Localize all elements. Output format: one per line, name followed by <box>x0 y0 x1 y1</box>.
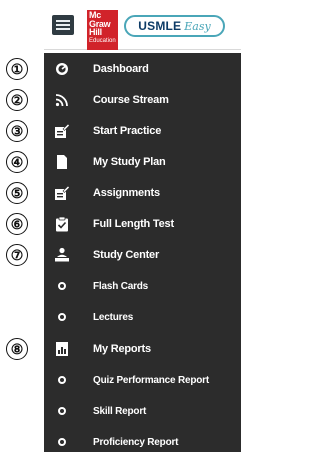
sidebar-item-skill-report[interactable]: Skill Report <box>44 396 241 426</box>
circle-bullet-icon <box>54 434 70 450</box>
sidebar-item-assignments[interactable]: Assignments <box>44 178 241 208</box>
sidebar-item-study-center[interactable]: Study Center <box>44 240 241 270</box>
hamburger-menu-icon[interactable] <box>52 15 74 35</box>
product-suffix: Easy <box>184 19 211 33</box>
sidebar-item-my-reports[interactable]: My Reports <box>44 334 241 364</box>
sidebar-item-start-practice[interactable]: Start Practice <box>44 116 241 146</box>
step-marker-6: ⑥ <box>6 213 28 235</box>
sidebar-item-proficiency-report[interactable]: Proficiency Report <box>44 427 241 452</box>
sidebar-item-label: My Study Plan <box>93 156 166 168</box>
app-header: Mc Graw Hill Education USMLE Easy <box>44 0 241 50</box>
logo-line-3: Hill <box>89 27 102 37</box>
sidebar-item-label: Dashboard <box>93 63 149 75</box>
sidebar-item-flash-cards[interactable]: Flash Cards <box>44 271 241 301</box>
circle-bullet-icon <box>54 372 70 388</box>
logo-line-4: Education <box>89 37 116 44</box>
dashboard-gauge-icon <box>54 61 70 77</box>
sidebar-item-lectures[interactable]: Lectures <box>44 302 241 332</box>
mcgraw-hill-logo: Mc Graw Hill Education <box>87 10 118 50</box>
sidebar-item-my-study-plan[interactable]: My Study Plan <box>44 147 241 177</box>
step-marker-4: ④ <box>6 151 28 173</box>
rss-feed-icon <box>54 92 70 108</box>
sidebar-item-label: Skill Report <box>93 405 147 417</box>
sidebar-item-label: Lectures <box>93 311 134 323</box>
step-marker-5: ⑤ <box>6 182 28 204</box>
clipboard-check-icon <box>54 216 70 232</box>
circle-bullet-icon <box>54 403 70 419</box>
circle-bullet-icon <box>54 309 70 325</box>
edit-checklist-icon <box>54 185 70 201</box>
report-chart-icon <box>54 341 70 357</box>
step-marker-2: ② <box>6 89 28 111</box>
document-icon <box>54 154 70 170</box>
sidebar-item-label: Quiz Performance Report <box>93 374 209 386</box>
sidebar-item-course-stream[interactable]: Course Stream <box>44 85 241 115</box>
circle-bullet-icon <box>54 278 70 294</box>
step-marker-1: ① <box>6 58 28 80</box>
step-marker-7: ⑦ <box>6 244 28 266</box>
sidebar-item-full-length-test[interactable]: Full Length Test <box>44 209 241 239</box>
sidebar-item-label: Study Center <box>93 249 160 261</box>
sidebar-nav: Dashboard Course Stream Start Practice M… <box>44 53 241 452</box>
step-marker-8: ⑧ <box>6 338 28 360</box>
sidebar-item-label: Assignments <box>93 187 160 199</box>
sidebar-item-label: Start Practice <box>93 125 162 137</box>
sidebar-item-label: Course Stream <box>93 94 169 106</box>
step-marker-3: ③ <box>6 120 28 142</box>
sidebar-item-label: Full Length Test <box>93 218 174 230</box>
sidebar-item-dashboard[interactable]: Dashboard <box>44 54 241 84</box>
product-name: USMLE <box>138 19 182 33</box>
sidebar-item-label: Proficiency Report <box>93 436 179 448</box>
sidebar-item-label: My Reports <box>93 343 151 355</box>
sidebar-item-quiz-performance-report[interactable]: Quiz Performance Report <box>44 365 241 395</box>
sidebar-item-label: Flash Cards <box>93 280 149 292</box>
edit-checklist-icon <box>54 123 70 139</box>
usmle-easy-logo: USMLE Easy <box>124 15 225 37</box>
teacher-board-icon <box>54 247 70 263</box>
